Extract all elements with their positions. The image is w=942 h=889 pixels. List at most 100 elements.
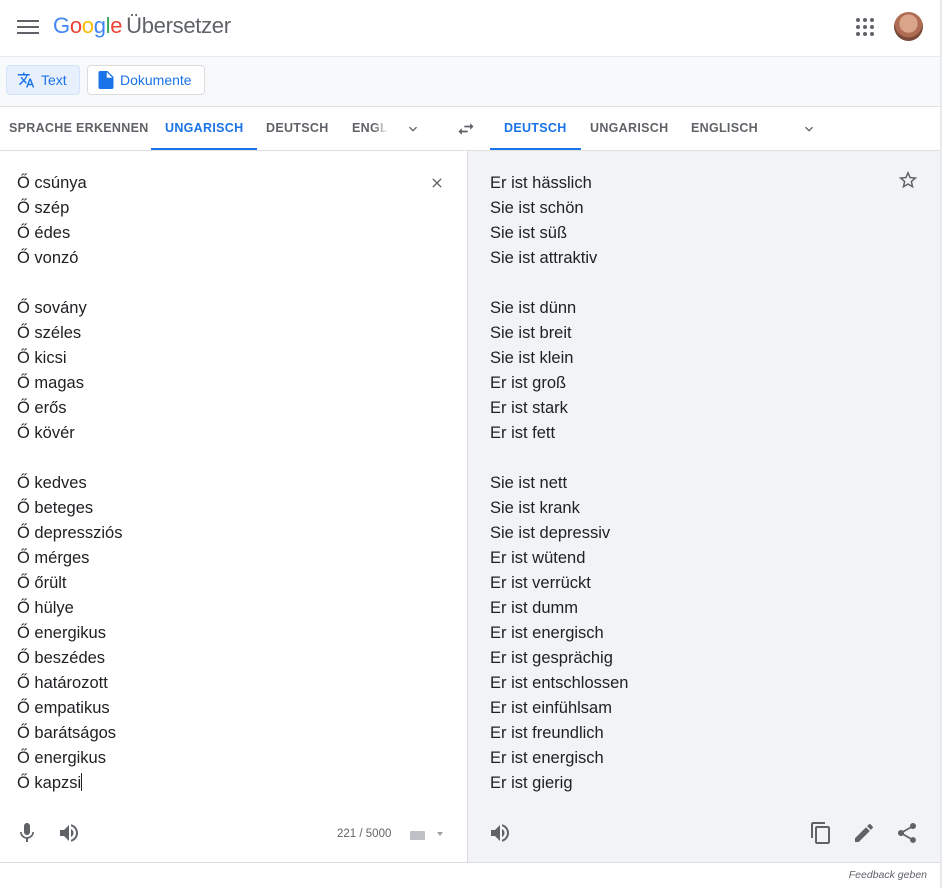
source-line[interactable]: Ő szép bbox=[17, 196, 122, 221]
line-text: Ő édes bbox=[17, 224, 71, 242]
line-text: Ő erős bbox=[17, 399, 67, 417]
translation-line: Er ist energisch bbox=[490, 621, 628, 646]
text-mode-label: Text bbox=[41, 72, 67, 88]
line-text: Er ist freundlich bbox=[490, 724, 604, 742]
line-text: Ő kicsi bbox=[17, 349, 67, 367]
translate-icon bbox=[17, 71, 35, 89]
translation-line: Sie ist attraktiv bbox=[490, 246, 628, 271]
listen-source-speaker-icon[interactable] bbox=[57, 821, 81, 845]
line-text: Er ist einfühlsam bbox=[490, 699, 612, 717]
line-text: Ő energikus bbox=[17, 624, 106, 642]
google-translate-logo[interactable]: Google Übersetzer bbox=[53, 13, 231, 39]
user-avatar[interactable] bbox=[894, 12, 923, 41]
mode-bar: Text Dokumente bbox=[0, 57, 940, 107]
line-text: Ő kapzsi bbox=[17, 774, 82, 792]
line-text: Ő beszédes bbox=[17, 649, 106, 667]
translation-line: Sie ist breit bbox=[490, 321, 628, 346]
documents-mode-button[interactable]: Dokumente bbox=[87, 65, 205, 95]
line-text: Er ist stark bbox=[490, 399, 568, 417]
source-line[interactable]: Ő széles bbox=[17, 321, 122, 346]
feedback-link[interactable]: Feedback geben bbox=[849, 869, 927, 881]
translation-line: Er ist verrückt bbox=[490, 571, 628, 596]
share-icon[interactable] bbox=[895, 821, 919, 845]
source-line[interactable]: Ő kövér bbox=[17, 421, 122, 446]
source-footer: 221 / 5000 bbox=[0, 821, 466, 849]
source-line[interactable] bbox=[17, 271, 122, 296]
clear-text-close-icon[interactable] bbox=[429, 175, 445, 191]
source-line[interactable]: Ő energikus bbox=[17, 621, 122, 646]
source-line[interactable]: Ő barátságos bbox=[17, 721, 122, 746]
source-line[interactable] bbox=[17, 446, 122, 471]
line-text: Sie ist depressiv bbox=[490, 524, 611, 542]
hamburger-menu-icon[interactable] bbox=[17, 16, 39, 40]
source-line[interactable]: Ő kapzsi bbox=[17, 771, 122, 796]
line-text: Er ist wütend bbox=[490, 549, 586, 567]
line-text: Er ist dumm bbox=[490, 599, 579, 617]
line-text: Ő őrült bbox=[17, 574, 67, 592]
source-line[interactable]: Ő sovány bbox=[17, 296, 122, 321]
source-line[interactable]: Ő kedves bbox=[17, 471, 122, 496]
source-line[interactable]: Ő vonzó bbox=[17, 246, 122, 271]
source-line[interactable]: Ő depressziós bbox=[17, 521, 122, 546]
source-line[interactable]: Ő határozott bbox=[17, 671, 122, 696]
tab-target-hungarian[interactable]: UNGARISCH bbox=[590, 107, 668, 150]
tab-detect-language[interactable]: SPRACHE ERKENNEN bbox=[9, 107, 149, 150]
line-text: Ő szép bbox=[17, 199, 70, 217]
source-line[interactable]: Ő csúnya bbox=[17, 171, 122, 196]
translation-line: Sie ist nett bbox=[490, 471, 628, 496]
language-bar: SPRACHE ERKENNEN UNGARISCH DEUTSCH ENGLI… bbox=[0, 107, 940, 151]
translation-line: Sie ist süß bbox=[490, 221, 628, 246]
line-text: Ő energikus bbox=[17, 749, 106, 767]
line-text: Ő határozott bbox=[17, 674, 108, 692]
keyboard-icon[interactable] bbox=[410, 831, 425, 840]
listen-translation-speaker-icon[interactable] bbox=[488, 821, 512, 845]
source-line[interactable]: Ő energikus bbox=[17, 746, 122, 771]
line-text: Er ist hässlich bbox=[490, 174, 592, 192]
line-text: Ő sovány bbox=[17, 299, 87, 317]
logo-letter: g bbox=[93, 13, 106, 38]
source-line[interactable]: Ő magas bbox=[17, 371, 122, 396]
translation-line: Er ist groß bbox=[490, 371, 628, 396]
line-text: Ő kedves bbox=[17, 474, 87, 492]
apps-grid-icon[interactable] bbox=[856, 18, 874, 36]
line-text: Sie ist süß bbox=[490, 224, 568, 242]
text-mode-button[interactable]: Text bbox=[6, 65, 80, 95]
tab-source-english[interactable]: ENGLISCH bbox=[352, 107, 388, 150]
source-line[interactable]: Ő édes bbox=[17, 221, 122, 246]
input-tools-chevron-down-icon[interactable] bbox=[437, 832, 443, 836]
line-text: Ő vonzó bbox=[17, 249, 79, 267]
source-line[interactable]: Ő erős bbox=[17, 396, 122, 421]
tab-target-english[interactable]: ENGLISCH bbox=[691, 107, 758, 150]
source-line[interactable]: Ő hülye bbox=[17, 596, 122, 621]
source-line[interactable]: Ő őrült bbox=[17, 571, 122, 596]
source-more-languages-chevron-down-icon[interactable] bbox=[405, 121, 421, 137]
line-text: Ő magas bbox=[17, 374, 84, 392]
source-line[interactable]: Ő beteges bbox=[17, 496, 122, 521]
tab-target-german[interactable]: DEUTSCH bbox=[490, 107, 580, 150]
translation-line: Er ist gesprächig bbox=[490, 646, 628, 671]
line-text: Sie ist nett bbox=[490, 474, 568, 492]
line-text: Er ist groß bbox=[490, 374, 567, 392]
tab-source-german[interactable]: DEUTSCH bbox=[266, 107, 329, 150]
source-line[interactable]: Ő kicsi bbox=[17, 346, 122, 371]
source-text-input[interactable]: Ő csúnya Ő szép Ő édes Ő vonzó Ő sovány Ő szé… bbox=[17, 171, 122, 796]
text-cursor bbox=[81, 773, 83, 791]
save-translation-star-icon[interactable] bbox=[897, 169, 919, 191]
translation-line: Er ist stark bbox=[490, 396, 628, 421]
copy-translation-icon[interactable] bbox=[809, 821, 833, 845]
source-line[interactable]: Ő beszédes bbox=[17, 646, 122, 671]
line-text: Sie ist schön bbox=[490, 199, 584, 217]
translation-output: Er ist hässlich Sie ist schön Sie ist süß S… bbox=[490, 171, 628, 796]
line-text: Er ist entschlossen bbox=[490, 674, 629, 692]
tab-source-hungarian[interactable]: UNGARISCH bbox=[150, 107, 258, 150]
source-line[interactable]: Ő mérges bbox=[17, 546, 122, 571]
line-text: Ő barátságos bbox=[17, 724, 117, 742]
translation-line: Sie ist depressiv bbox=[490, 521, 628, 546]
swap-languages-icon[interactable] bbox=[456, 119, 476, 139]
line-text: Ő kövér bbox=[17, 424, 75, 442]
microphone-icon[interactable] bbox=[15, 821, 39, 845]
source-line[interactable]: Ő empatikus bbox=[17, 696, 122, 721]
target-more-languages-chevron-down-icon[interactable] bbox=[801, 121, 817, 137]
translation-line: Er ist dumm bbox=[490, 596, 628, 621]
edit-translation-pencil-icon[interactable] bbox=[852, 821, 876, 845]
